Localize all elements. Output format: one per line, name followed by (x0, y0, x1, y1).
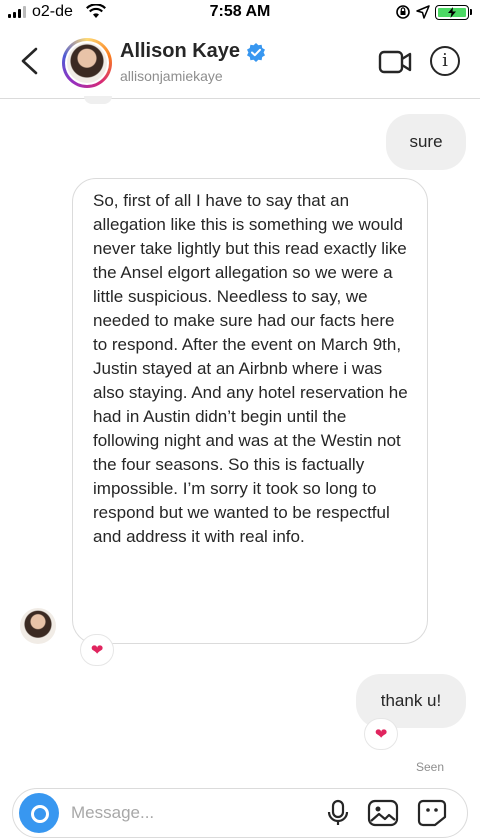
sticker-icon[interactable] (417, 799, 447, 827)
username: allisonjamiekaye (120, 68, 223, 84)
conversation-header: Allison Kaye allisonjamiekaye i (0, 26, 480, 99)
sender-avatar[interactable] (20, 608, 56, 644)
message-input[interactable]: Message... (71, 803, 154, 823)
avatar[interactable] (62, 38, 112, 88)
back-chevron-icon[interactable] (18, 46, 42, 76)
incoming-message[interactable]: So, first of all I have to say that an a… (72, 178, 428, 644)
location-icon (416, 5, 430, 19)
avatar-photo (67, 43, 107, 83)
seen-indicator: Seen (415, 760, 444, 774)
outgoing-message[interactable]: sure (386, 114, 466, 170)
orientation-lock-icon (396, 5, 410, 19)
status-icons (395, 4, 472, 20)
heart-icon[interactable]: ❤ (80, 634, 114, 666)
display-name: Allison Kaye (120, 40, 241, 62)
status-bar: o2-de 7:58 AM (0, 0, 480, 26)
verified-badge-icon (247, 42, 266, 62)
previous-message-edge (84, 96, 112, 104)
video-camera-icon[interactable] (378, 50, 412, 74)
title-row[interactable]: Allison Kaye (120, 40, 266, 63)
gallery-icon[interactable] (367, 799, 399, 827)
battery-icon (435, 4, 469, 20)
heart-icon[interactable]: ❤ (364, 718, 398, 750)
message-composer: Message... (12, 788, 468, 838)
battery-nub (470, 9, 472, 15)
info-icon[interactable]: i (430, 46, 460, 76)
microphone-icon[interactable] (327, 799, 349, 827)
camera-icon[interactable] (19, 793, 59, 833)
